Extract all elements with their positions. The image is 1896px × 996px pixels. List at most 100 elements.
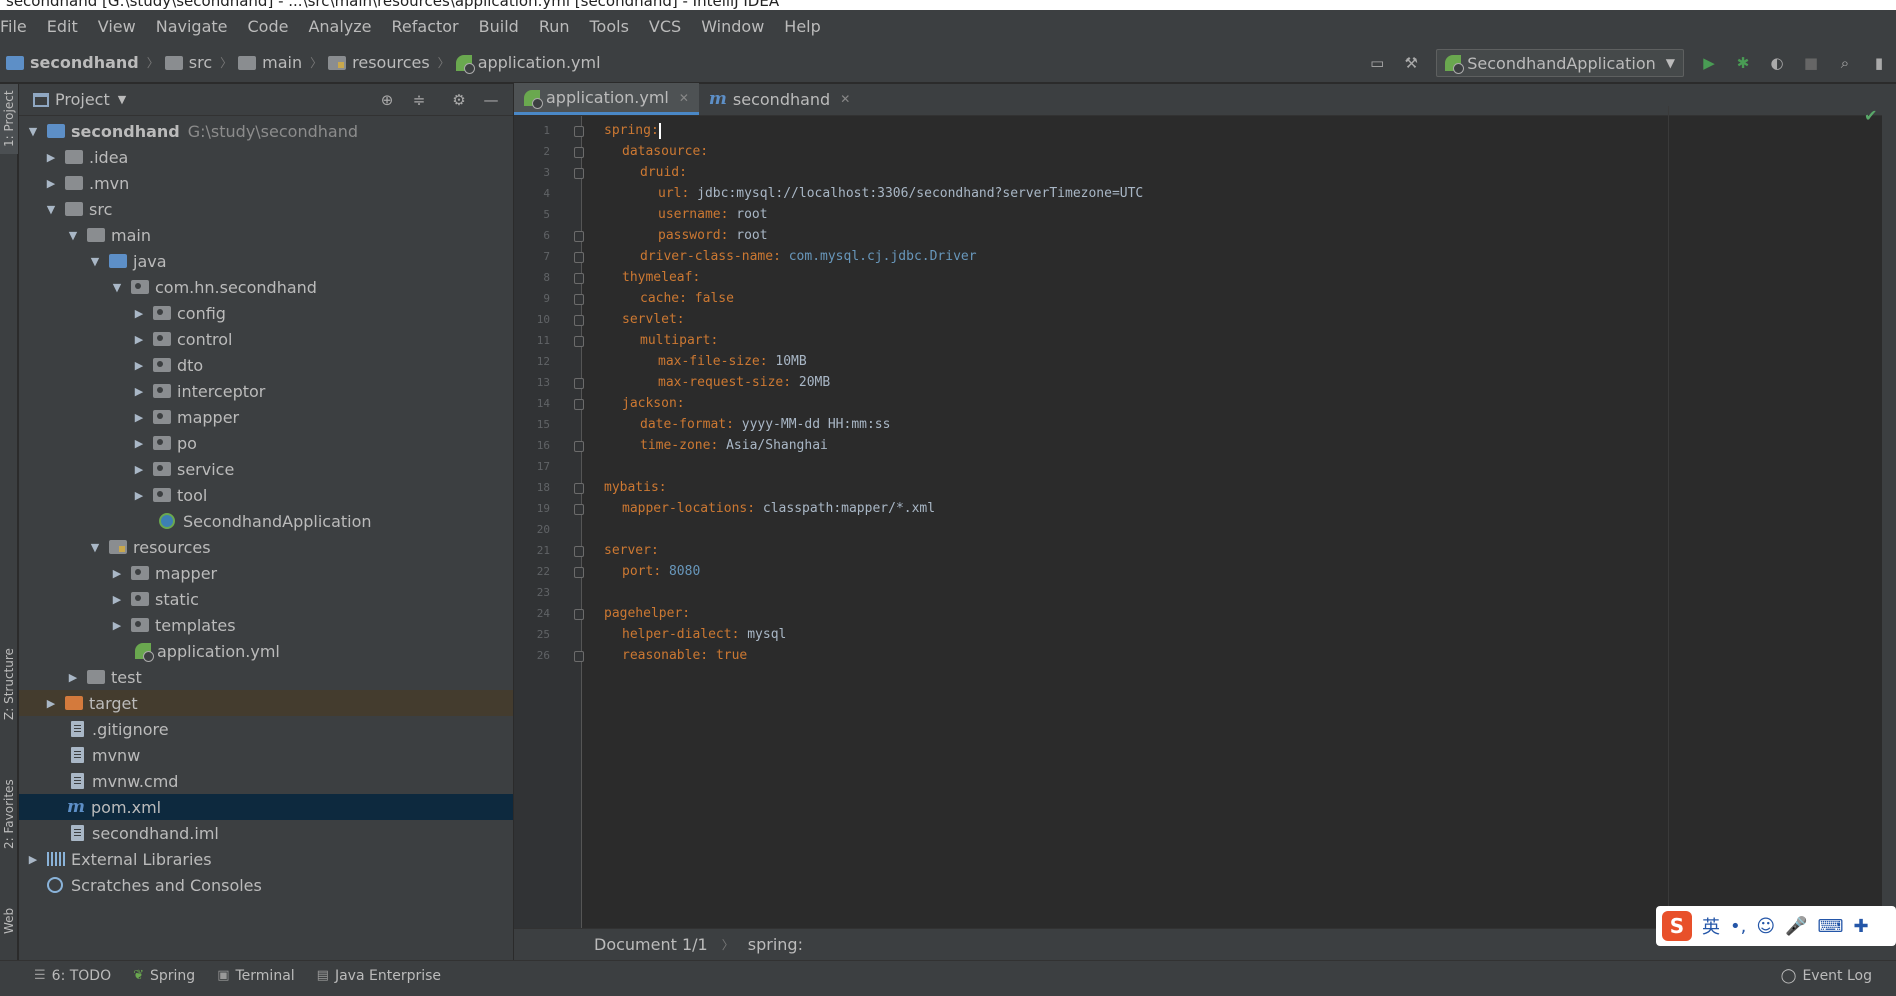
minimize-icon[interactable]: —	[481, 90, 501, 110]
code-editor[interactable]: spring: datasource: druid: url: jdbc:mys…	[590, 116, 1770, 928]
close-icon[interactable]: ✕	[840, 92, 850, 106]
nav-crumb-src[interactable]: src 〉	[159, 53, 232, 72]
tree-item-secondhand[interactable]: ▼ secondhand G:\study\secondhand	[19, 118, 513, 144]
nav-crumb-main[interactable]: main 〉	[232, 53, 322, 72]
menu-file[interactable]: File	[0, 10, 37, 43]
tab-application-yml[interactable]: application.yml ✕	[514, 83, 699, 115]
expand-right-icon[interactable]: ▶	[43, 697, 59, 710]
fold-marker-icon[interactable]	[574, 231, 584, 242]
microphone-icon[interactable]: 🎤	[1785, 916, 1807, 937]
fold-marker-icon[interactable]	[574, 168, 584, 179]
expand-right-icon[interactable]: ▶	[131, 385, 147, 398]
close-icon[interactable]: ✕	[679, 91, 689, 105]
menu-build[interactable]: Build	[469, 10, 529, 43]
terminal-tool-button[interactable]: ▣ Terminal	[217, 968, 294, 984]
tree-item-test[interactable]: ▶ test	[19, 664, 513, 690]
tree-item-idea[interactable]: ▶ .idea	[19, 144, 513, 170]
tree-item-mapper[interactable]: ▶ mapper	[19, 404, 513, 430]
expand-right-icon[interactable]: ▶	[109, 567, 125, 580]
expand-right-icon[interactable]: ▶	[65, 671, 81, 684]
tab-structure[interactable]: Z: Structure	[0, 644, 18, 724]
chevron-down-icon[interactable]: ▼	[118, 93, 126, 106]
keyboard-icon[interactable]: ⌨	[1818, 916, 1844, 937]
tree-item-config[interactable]: ▶ config	[19, 300, 513, 326]
tree-item-control[interactable]: ▶ control	[19, 326, 513, 352]
expand-right-icon[interactable]: ▶	[131, 437, 147, 450]
tree-item-service[interactable]: ▶ service	[19, 456, 513, 482]
menu-run[interactable]: Run	[529, 10, 580, 43]
fold-marker-icon[interactable]	[574, 567, 584, 578]
inspection-ok-icon[interactable]: ✔	[1864, 106, 1877, 125]
project-structure-icon[interactable]: ▭	[1367, 53, 1387, 73]
expand-down-icon[interactable]: ▼	[87, 541, 103, 554]
sogou-logo-icon[interactable]: S	[1662, 911, 1692, 941]
breadcrumb-document[interactable]: Document 1/1	[594, 935, 708, 954]
tab-favorites[interactable]: 2: Favorites	[0, 774, 18, 854]
run-configuration-select[interactable]: SecondhandApplication ▼	[1436, 49, 1684, 77]
expand-right-icon[interactable]: ▶	[25, 853, 41, 866]
locate-icon[interactable]: ⊕	[377, 90, 397, 110]
coverage-icon[interactable]: ◐	[1767, 53, 1787, 73]
menu-code[interactable]: Code	[238, 10, 299, 43]
expand-right-icon[interactable]: ▶	[43, 151, 59, 164]
fold-marker-icon[interactable]	[574, 147, 584, 158]
expand-right-icon[interactable]: ▶	[109, 619, 125, 632]
collapse-all-icon[interactable]: ≑	[409, 90, 429, 110]
nav-crumb-project[interactable]: secondhand 〉	[0, 53, 159, 72]
fold-marker-icon[interactable]	[574, 546, 584, 557]
menu-window[interactable]: Window	[691, 10, 774, 43]
menu-help[interactable]: Help	[774, 10, 830, 43]
tree-item-templates[interactable]: ▶ templates	[19, 612, 513, 638]
tree-item-secondhandapplication[interactable]: SecondhandApplication	[19, 508, 513, 534]
debug-icon[interactable]: ✱	[1733, 53, 1753, 73]
stop-icon[interactable]: ■	[1801, 53, 1821, 73]
menu-edit[interactable]: Edit	[37, 10, 88, 43]
menu-view[interactable]: View	[88, 10, 146, 43]
tree-item-src[interactable]: ▼ src	[19, 196, 513, 222]
tree-item-external-libraries[interactable]: ▶ External Libraries	[19, 846, 513, 872]
expand-down-icon[interactable]: ▼	[109, 281, 125, 294]
fold-marker-icon[interactable]	[574, 294, 584, 305]
menu-vcs[interactable]: VCS	[639, 10, 691, 43]
tree-item-iml[interactable]: secondhand.iml	[19, 820, 513, 846]
tree-item-res-mapper[interactable]: ▶ mapper	[19, 560, 513, 586]
tree-item-resources[interactable]: ▼ resources	[19, 534, 513, 560]
tree-item-scratches[interactable]: Scratches and Consoles	[19, 872, 513, 898]
java-enterprise-tool-button[interactable]: ▤ Java Enterprise	[317, 968, 441, 984]
tree-item-interceptor[interactable]: ▶ interceptor	[19, 378, 513, 404]
spring-tool-button[interactable]: ❦ Spring	[133, 968, 195, 984]
run-icon[interactable]: ▶	[1699, 53, 1719, 73]
expand-down-icon[interactable]: ▼	[25, 125, 41, 138]
emoji-icon[interactable]: ☺	[1756, 916, 1775, 937]
fold-marker-icon[interactable]	[574, 399, 584, 410]
expand-right-icon[interactable]: ▶	[131, 489, 147, 502]
fold-marker-icon[interactable]	[574, 441, 584, 452]
tree-item-tool[interactable]: ▶ tool	[19, 482, 513, 508]
tree-item-gitignore[interactable]: .gitignore	[19, 716, 513, 742]
expand-right-icon[interactable]: ▶	[131, 333, 147, 346]
event-log-button[interactable]: ◯ Event Log	[1781, 961, 1872, 991]
expand-right-icon[interactable]: ▶	[109, 593, 125, 606]
tree-item-static[interactable]: ▶ static	[19, 586, 513, 612]
search-icon[interactable]: ⌕	[1835, 53, 1855, 73]
fold-marker-icon[interactable]	[574, 126, 584, 137]
breadcrumb-spring[interactable]: spring:	[748, 935, 803, 954]
tree-item-dto[interactable]: ▶ dto	[19, 352, 513, 378]
menu-analyze[interactable]: Analyze	[298, 10, 381, 43]
tab-project[interactable]: 1: Project	[0, 84, 18, 154]
expand-right-icon[interactable]: ▶	[131, 307, 147, 320]
fold-marker-icon[interactable]	[574, 378, 584, 389]
tree-item-java[interactable]: ▼ java	[19, 248, 513, 274]
fold-marker-icon[interactable]	[574, 651, 584, 662]
more-icon[interactable]: ▮	[1869, 53, 1889, 73]
tree-item-application-yml[interactable]: application.yml	[19, 638, 513, 664]
project-panel-title[interactable]: Project	[55, 90, 110, 109]
tree-item-main[interactable]: ▼ main	[19, 222, 513, 248]
expand-right-icon[interactable]: ▶	[131, 411, 147, 424]
tree-item-po[interactable]: ▶ po	[19, 430, 513, 456]
tree-item-mvn[interactable]: ▶ .mvn	[19, 170, 513, 196]
gear-icon[interactable]: ⚙	[449, 90, 469, 110]
fold-marker-icon[interactable]	[574, 483, 584, 494]
expand-down-icon[interactable]: ▼	[43, 203, 59, 216]
tree-item-pom-xml[interactable]: m pom.xml	[19, 794, 513, 820]
